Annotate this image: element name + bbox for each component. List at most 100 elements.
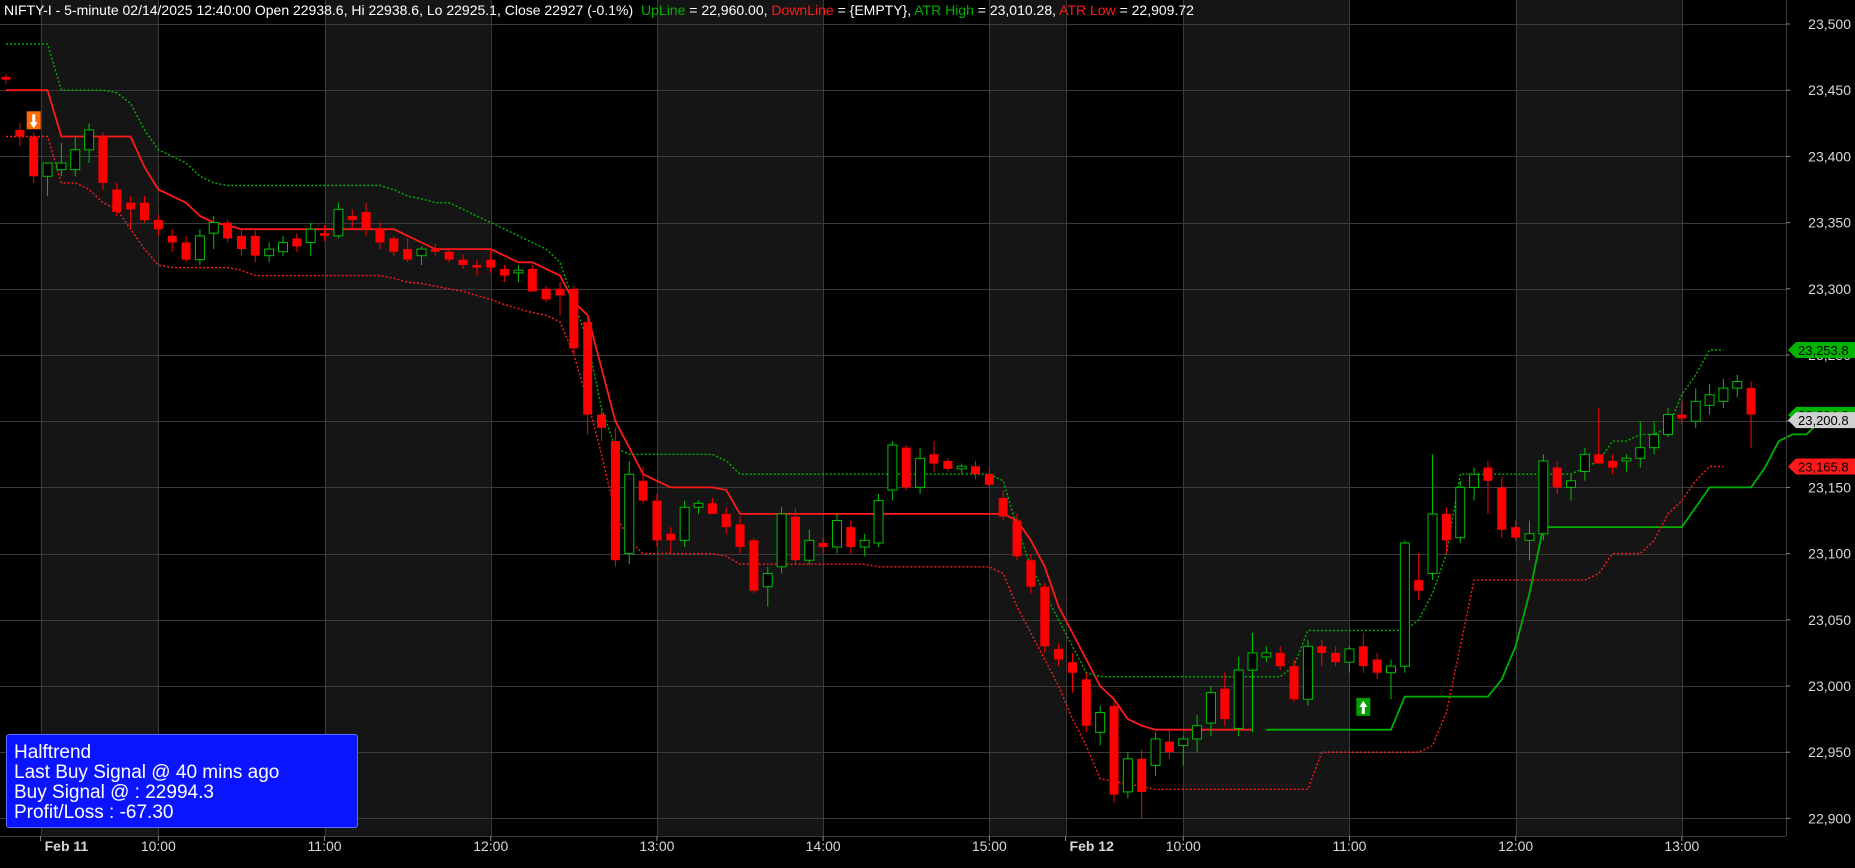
header-atrlow-label: ATR Low	[1059, 2, 1116, 18]
candle	[652, 494, 662, 547]
price-axis-label: 23,450	[1808, 82, 1851, 98]
candle-body	[1344, 648, 1355, 663]
candle-body	[541, 288, 551, 300]
candle-body	[112, 189, 122, 213]
candle	[956, 463, 967, 475]
candle-body	[735, 524, 745, 547]
candle	[790, 508, 800, 565]
series-atr-high	[6, 43, 1724, 678]
candle	[264, 242, 275, 263]
candle-body	[1054, 648, 1064, 660]
time-axis-label: 10:00	[141, 838, 176, 854]
halftrend-info-box: Halftrend Last Buy Signal @ 40 mins ago …	[6, 734, 358, 828]
candle	[1497, 476, 1507, 538]
time-band	[656, 0, 824, 836]
candle	[305, 222, 316, 256]
candle-body	[347, 215, 357, 220]
candle-body	[1594, 454, 1604, 464]
buy-signal-icon	[1356, 697, 1371, 716]
candle	[1109, 701, 1119, 803]
candle-body	[1137, 758, 1147, 792]
candle-body	[1524, 533, 1535, 541]
candle-body	[29, 136, 39, 177]
candle-body	[472, 264, 482, 268]
candle-body	[1635, 447, 1646, 459]
candle-body	[638, 480, 648, 501]
candle-body	[1040, 586, 1050, 647]
candle-body	[1205, 692, 1216, 724]
candle	[610, 427, 620, 567]
candle-body	[1677, 414, 1687, 419]
header-atrlow-value: = 22,909.72	[1120, 2, 1195, 18]
time-axis-label: 14:00	[806, 838, 841, 854]
candle-body	[389, 238, 399, 252]
candle	[513, 264, 524, 283]
candle	[194, 229, 205, 265]
candle-body	[1358, 646, 1368, 667]
candle-body	[1427, 513, 1438, 574]
candle-body	[1718, 387, 1729, 402]
candle-body	[458, 259, 468, 265]
candle	[223, 219, 233, 243]
header-atrhigh-value: = 23,010.28,	[978, 2, 1059, 18]
candle-body	[1109, 705, 1119, 795]
candle-body	[15, 129, 25, 137]
candle	[859, 533, 870, 557]
candle-body	[1441, 513, 1451, 541]
header-downline-label: DownLine	[771, 2, 833, 18]
candle-body	[1372, 659, 1382, 673]
candle-body	[278, 241, 288, 253]
candle	[915, 447, 926, 495]
candle	[278, 235, 288, 256]
price-tag-label: 23,200.8	[1798, 413, 1849, 428]
candle	[1164, 728, 1174, 759]
candle-body	[361, 212, 371, 230]
candle-body	[375, 229, 385, 243]
candle-body	[707, 503, 717, 514]
header-atrhigh-label: ATR High	[914, 2, 974, 18]
time-axis[interactable]: Feb 11 10:00 11:00 12:00 13:00 14:00 15:00 Feb …	[40, 836, 1700, 854]
candle-body	[1302, 645, 1313, 700]
time-axis-label: 12:00	[1498, 838, 1533, 854]
candle-body	[666, 533, 676, 541]
candle	[1469, 467, 1480, 501]
price-axis-label: 22,950	[1808, 744, 1851, 760]
info-buy-signal-price: Buy Signal @ : 22994.3	[14, 782, 214, 803]
candle	[569, 286, 579, 355]
candle-body	[305, 228, 316, 243]
header-symbol-line: NIFTY-I - 5-minute 02/14/2025 12:40:00 O…	[4, 2, 633, 18]
candle-body	[1220, 688, 1230, 720]
time-axis-label: 11:00	[308, 838, 342, 854]
candle-body	[513, 269, 524, 274]
candle	[1150, 732, 1161, 777]
candle-body	[1455, 486, 1466, 539]
candle-body	[292, 238, 302, 247]
candle-body	[818, 543, 828, 547]
candle-body	[1579, 453, 1590, 473]
price-tag: 23,165.8	[1788, 458, 1855, 475]
candle	[1441, 507, 1451, 554]
candle-body	[1690, 400, 1701, 422]
candle	[832, 513, 842, 554]
candle-body	[943, 460, 953, 469]
candle	[181, 235, 191, 263]
candle-body	[887, 444, 898, 491]
candle-body	[320, 233, 330, 236]
candle-body	[583, 321, 593, 415]
candle	[679, 500, 690, 547]
price-axis-label: 23,000	[1808, 678, 1851, 694]
price-axis-label: 23,500	[1808, 16, 1851, 32]
candle-body	[333, 208, 344, 237]
candle-body	[846, 527, 856, 547]
candle-body	[236, 235, 246, 250]
candle	[1040, 582, 1050, 653]
candle-body	[998, 497, 1008, 517]
candle	[624, 460, 635, 565]
candle	[1455, 480, 1466, 544]
candle-body	[1608, 460, 1618, 468]
candle-body	[1746, 388, 1756, 415]
price-tag: 23,200.8	[1788, 412, 1855, 429]
info-last-buy-signal: Last Buy Signal @ 40 mins ago	[14, 762, 280, 783]
candle-body	[56, 162, 67, 171]
candle-body	[624, 473, 635, 555]
